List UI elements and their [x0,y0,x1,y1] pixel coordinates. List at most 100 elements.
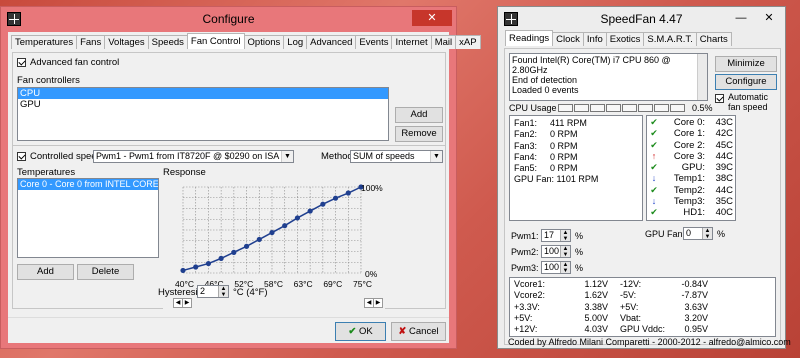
tab-fans[interactable]: Fans [76,35,106,49]
voltage-name: Vbat: [620,312,642,323]
scroll-right-icon[interactable]: ▶ [373,298,383,308]
log-box[interactable]: Found Intel(R) Core(TM) i7 CPU 860 @ 2.8… [509,53,708,101]
list-item[interactable]: Core 0 - Core 0 from INTEL CORE @ $0 [18,179,158,190]
method-select[interactable]: SUM of speeds ▼ [350,150,443,163]
fan-name: Fan3: [514,140,538,151]
temperature-add-button[interactable]: Add [17,264,74,280]
voltage-name: +3.3V: [514,301,540,312]
voltage-row: Vcore1: 1.12V -12V: -0.84V [514,279,771,290]
voltage-value: 1.12V [584,279,608,289]
check-icon: ✔ [650,207,658,218]
controller-add-button[interactable]: Add [395,107,443,123]
controlled-speed-label: Controlled speed [30,151,102,162]
log-scrollbar[interactable] [697,54,707,100]
tab-charts[interactable]: Charts [695,32,732,46]
temperatures-list[interactable]: Core 0 - Core 0 from INTEL CORE @ $0 [17,178,159,258]
list-item[interactable]: GPU [18,99,388,110]
minimize-icon[interactable]: — [729,10,753,26]
curve-point [332,195,339,201]
tab-temperatures[interactable]: Temperatures [11,35,78,49]
stepper-arrows-icon[interactable]: ▲ ▼ [560,246,570,258]
pwm-select[interactable]: Pwm1 - Pwm1 from IT8720F @ $0290 on ISA … [93,150,294,163]
log-line: Loaded 0 events [512,85,579,95]
advanced-fan-control-checkbox[interactable]: Advanced fan control [17,57,119,68]
scroll-right-icon[interactable]: ▶ [182,298,192,308]
stepper-arrows-icon[interactable]: ▲ ▼ [218,286,228,298]
cancel-label: Cancel [409,326,439,337]
voltage-value: 3.20V [684,312,708,323]
temperature-name: Core 2: [673,139,705,151]
curve-point [218,255,224,261]
tab-voltages[interactable]: Voltages [104,35,149,49]
pwm-stepper[interactable]: 100 ▲ ▼ [541,245,571,258]
temperature-value: 35C [715,196,733,208]
stepper-arrows-icon[interactable]: ▲ ▼ [560,230,570,242]
fan-controllers-list[interactable]: CPU GPU [17,87,389,141]
temperature-delete-button[interactable]: Delete [77,264,134,280]
configure-panel: Temperatures Fans Voltages Speeds Fan Contro… [8,32,481,343]
controlled-speed-checkbox[interactable]: Controlled speed [17,151,102,162]
temperature-value: 44C [715,150,733,162]
tab-advanced[interactable]: Advanced [306,35,357,49]
tab-internet[interactable]: Internet [391,35,432,49]
fan-value: 0 RPM [550,140,578,151]
log-line: Found Intel(R) Core(TM) i7 CPU 860 @ 2.8… [512,55,671,75]
tab-log[interactable]: Log [283,35,308,49]
ok-button[interactable]: ✔ OK [335,322,386,341]
tab-s-m-a-r-t-[interactable]: S.M.A.R.T. [643,32,697,46]
fan-value: 0 RPM [550,151,578,162]
cpu-usage-label: CPU Usage [509,103,557,113]
speedfan-titlebar[interactable]: SpeedFan 4.47 — ✕ [498,7,785,31]
check-icon: ✔ [348,326,357,337]
speedfan-tabs: Readings Clock Info Exotics S.M.A.R.T. Charts [505,30,785,48]
hysteresis-value: 2 [200,286,206,296]
temperature-name: Core 0: [673,117,705,128]
tab-clock[interactable]: Clock [552,32,584,46]
voltage-row: +12V: 4.03V GPU Vddc: 0.95V [514,324,771,335]
tab-readings[interactable]: Readings [505,30,554,46]
list-item[interactable]: CPU [18,88,388,99]
temperature-name: Core 3: [673,150,705,162]
tab-events[interactable]: Events [355,35,393,49]
voltage-name: GPU Vddc: [620,324,666,335]
configure-button[interactable]: Configure [715,74,777,90]
tab-options[interactable]: Options [243,35,285,49]
voltage-row: +5V: 5.00V Vbat: 3.20V [514,313,771,324]
cancel-button[interactable]: ✘ Cancel [391,322,446,341]
controller-remove-button[interactable]: Remove [395,126,443,142]
minimize-button[interactable]: Minimize [715,56,777,72]
tab-xap[interactable]: xAP [455,35,481,49]
gpu-fan-value: 0 [686,228,692,238]
y-bottom-label: 0% [365,269,378,279]
close-icon[interactable]: ✕ [412,10,452,26]
stepper-arrows-icon[interactable]: ▲ ▼ [560,262,570,274]
pwm-stepper[interactable]: 100 ▲ ▼ [541,261,571,274]
tab-mail[interactable]: Mail [430,35,457,49]
readings-panel: Found Intel(R) Core(TM) i7 CPU 860 @ 2.8… [504,48,781,345]
curve-point [256,236,262,243]
gpu-fan-stepper[interactable]: 0 ▲ ▼ [683,227,713,240]
automatic-fan-speed-checkbox[interactable]: Automatic fan speed [715,92,777,112]
curve-point [180,267,186,274]
fan-row: Fan5: 0 RPM [514,163,638,174]
pwm-label: Pwm3: [511,263,539,273]
fan-name: Fan4: [514,151,538,162]
voltage-value: 4.03V [584,324,608,335]
temperature-value: 38C [715,173,733,185]
tab-info[interactable]: Info [582,32,607,46]
curve-point [345,190,351,196]
pwm-value: 100 [544,262,560,272]
hysteresis-stepper[interactable]: 2 ▲ ▼ [197,285,229,298]
cpu-usage-segment [558,104,573,112]
close-icon[interactable]: ✕ [757,10,781,26]
stepper-arrows-icon[interactable]: ▲ ▼ [702,228,712,240]
pwm-stepper[interactable]: 17 ▲ ▼ [541,229,571,242]
tab-speeds[interactable]: Speeds [147,35,188,49]
cpu-usage-segment [638,104,653,112]
tab-exotics[interactable]: Exotics [605,32,645,46]
tab-fan-control[interactable]: Fan Control [186,33,245,49]
curve-point [269,229,275,236]
fan-value: 0 RPM [550,129,578,140]
gpu-fan-reading: GPU Fan: 1101 RPM [514,174,599,185]
configure-titlebar[interactable]: Configure ✕ [1,7,456,31]
